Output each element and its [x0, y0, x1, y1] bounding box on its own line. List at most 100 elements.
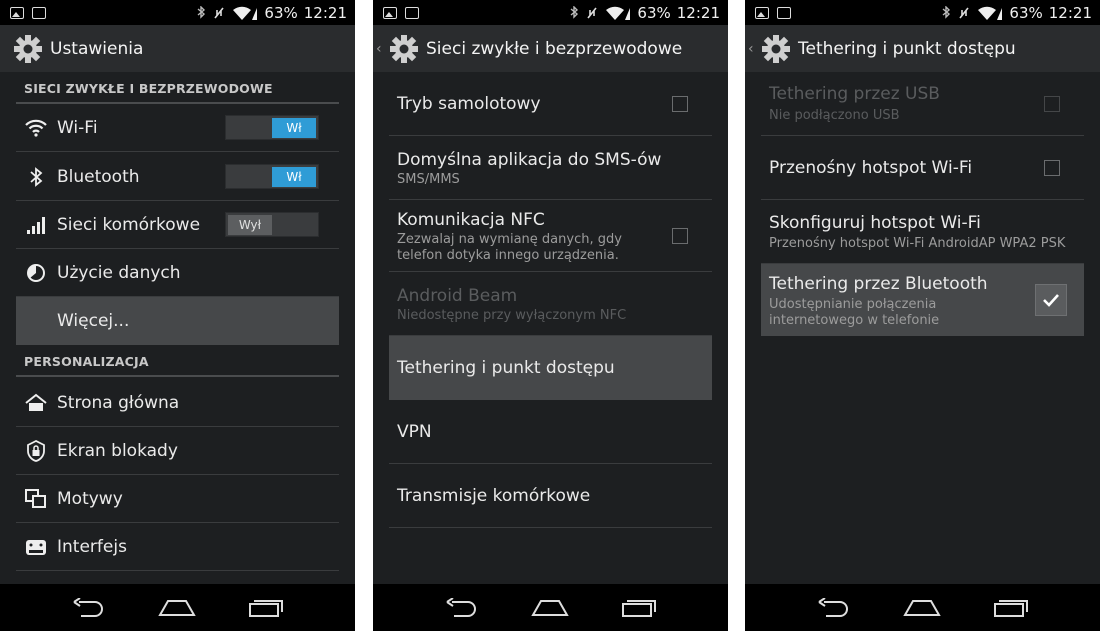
settings-item-default-sms-app[interactable]: Domyślna aplikacja do SMS-ów SMS/MMS: [389, 136, 712, 200]
wifi-hotspot-checkbox[interactable]: [1044, 160, 1060, 176]
airplane-mode-checkbox[interactable]: [672, 96, 688, 112]
settings-item-bluetooth-tethering[interactable]: Tethering przez Bluetooth Udostępnianie …: [761, 264, 1084, 336]
settings-item-label: Więcej...: [57, 311, 130, 331]
page-title: Sieci zwykłe i bezprzewodowe: [426, 38, 683, 59]
item-subtitle: SMS/MMS: [397, 172, 460, 187]
settings-item-themes[interactable]: Motywy: [16, 475, 339, 523]
back-caret-icon[interactable]: ‹: [748, 41, 756, 57]
settings-item-wifi[interactable]: Wi-Fi Wł: [16, 104, 339, 152]
settings-item-more[interactable]: Więcej...: [16, 297, 339, 345]
battery-percent: 63%: [264, 3, 298, 22]
item-title: Transmisje komórkowe: [397, 486, 591, 506]
gear-icon[interactable]: [388, 33, 420, 65]
clock: 12:21: [676, 3, 720, 22]
item-subtitle: Nie podłączono USB: [769, 108, 900, 123]
item-subtitle: Przenośny hotspot Wi-Fi AndroidAP WPA2 P…: [769, 236, 1066, 251]
navigation-bar: [0, 584, 355, 631]
usb-tethering-checkbox: [1044, 96, 1060, 112]
themes-icon: [24, 487, 48, 511]
item-title: Tethering i punkt dostępu: [397, 358, 615, 378]
status-bar: 63% 12:21: [0, 0, 355, 25]
item-subtitle: Zezwalaj na wymianę danych, gdy: [397, 232, 622, 247]
settings-item-label: Wi-Fi: [57, 117, 98, 138]
item-title: VPN: [397, 422, 432, 442]
toggle-knob: Wł: [272, 167, 316, 187]
bluetooth-status-icon: [570, 5, 579, 19]
battery-percent: 63%: [637, 3, 671, 22]
more-spacer: [24, 309, 48, 333]
nav-home-icon[interactable]: [903, 599, 942, 617]
lock-icon: [24, 439, 48, 463]
checkmark-icon: [1043, 294, 1059, 307]
wifi-signal-status-icon: [233, 6, 258, 20]
navigation-bar: [373, 584, 728, 631]
toggle-knob: Wył: [228, 215, 272, 235]
settings-item-lock-screen[interactable]: Ekran blokady: [16, 427, 339, 475]
settings-item-vpn[interactable]: VPN: [389, 400, 712, 464]
item-title: Przenośny hotspot Wi-Fi: [769, 158, 973, 178]
nav-home-icon[interactable]: [531, 599, 570, 617]
action-bar[interactable]: ‹ Sieci zwykłe i bezprzewodowe: [373, 25, 728, 72]
settings-item-label: Bluetooth: [57, 166, 140, 187]
data-usage-icon: [24, 261, 48, 285]
settings-item-bluetooth[interactable]: Bluetooth Wł: [16, 153, 339, 201]
nav-recents-icon[interactable]: [621, 598, 657, 618]
item-subtitle: internetowego w telefonie: [769, 313, 940, 328]
battery-percent: 63%: [1009, 3, 1043, 22]
wifi-toggle[interactable]: Wł: [225, 115, 319, 140]
settings-item-wifi-hotspot[interactable]: Przenośny hotspot Wi-Fi: [761, 136, 1084, 200]
nav-back-icon[interactable]: [71, 597, 107, 618]
tethering-settings-list: Tethering przez USB Nie podłączono USB P…: [745, 72, 1100, 584]
wireless-settings-list: Tryb samolotowy Domyślna aplikacja do SM…: [373, 72, 728, 584]
settings-item-label: Interfejs: [57, 536, 127, 557]
settings-item-label: Strona główna: [57, 392, 180, 413]
settings-item-configure-hotspot[interactable]: Skonfiguruj hotspot Wi-Fi Przenośny hots…: [761, 200, 1084, 264]
settings-item-home[interactable]: Strona główna: [16, 379, 339, 427]
nav-home-icon[interactable]: [158, 599, 197, 617]
wifi-signal-status-icon: [978, 6, 1003, 20]
settings-item-tethering[interactable]: Tethering i punkt dostępu: [389, 336, 712, 400]
wifi-icon: [24, 116, 48, 140]
gear-icon[interactable]: [760, 33, 792, 65]
screen-tethering: 63% 12:21 ‹ Tethering i punkt dostępu Te…: [745, 0, 1100, 631]
settings-item-data-usage[interactable]: Użycie danych: [16, 249, 339, 297]
gear-icon[interactable]: [12, 33, 44, 65]
bluetooth-toggle[interactable]: Wł: [225, 164, 319, 189]
section-header-wireless: SIECI ZWYKŁE I BEZPRZEWODOWE: [16, 72, 339, 104]
clock: 12:21: [1048, 3, 1092, 22]
bluetooth-icon: [24, 165, 48, 189]
settings-item-mobile-networks[interactable]: Sieci komórkowe Wył: [16, 201, 339, 249]
toggle-knob: Wł: [272, 118, 316, 138]
page-title: Tethering i punkt dostępu: [798, 38, 1016, 59]
bluetooth-status-icon: [942, 5, 951, 19]
settings-item-airplane-mode[interactable]: Tryb samolotowy: [389, 72, 712, 136]
nav-back-icon[interactable]: [816, 597, 852, 618]
action-bar[interactable]: ‹ Tethering i punkt dostępu: [745, 25, 1100, 72]
settings-item-label: Sieci komórkowe: [57, 214, 201, 235]
page-title: Ustawienia: [50, 38, 144, 59]
signal-icon: [24, 213, 48, 237]
app-notification-icon: [777, 6, 791, 19]
mobile-networks-toggle[interactable]: Wył: [225, 212, 319, 237]
nav-back-icon[interactable]: [444, 597, 480, 618]
bluetooth-tethering-checkbox[interactable]: [1035, 284, 1067, 316]
nav-recents-icon[interactable]: [993, 598, 1029, 618]
status-bar: 63% 12:21: [745, 0, 1100, 25]
settings-item-label: Motywy: [57, 488, 123, 509]
item-title: Tethering przez Bluetooth: [769, 274, 988, 294]
vibrate-off-icon: [587, 7, 598, 18]
nfc-checkbox[interactable]: [672, 228, 688, 244]
app-notification-icon: [405, 6, 419, 19]
home-icon: [24, 391, 48, 415]
nav-recents-icon[interactable]: [248, 598, 284, 618]
interface-icon: [24, 535, 48, 559]
item-subtitle: Niedostępne przy wyłączonym NFC: [397, 308, 627, 323]
section-header-personalization: PERSONALIZACJA: [16, 345, 339, 377]
back-caret-icon[interactable]: ‹: [376, 41, 384, 57]
settings-item-nfc[interactable]: Komunikacja NFC Zezwalaj na wymianę dany…: [389, 200, 712, 272]
settings-item-interface[interactable]: Interfejs: [16, 523, 339, 571]
vibrate-off-icon: [214, 7, 225, 18]
item-subtitle: telefon dotyka innego urządzenia.: [397, 248, 619, 263]
gallery-notification-icon: [10, 6, 24, 19]
settings-item-cell-broadcasts[interactable]: Transmisje komórkowe: [389, 464, 712, 528]
